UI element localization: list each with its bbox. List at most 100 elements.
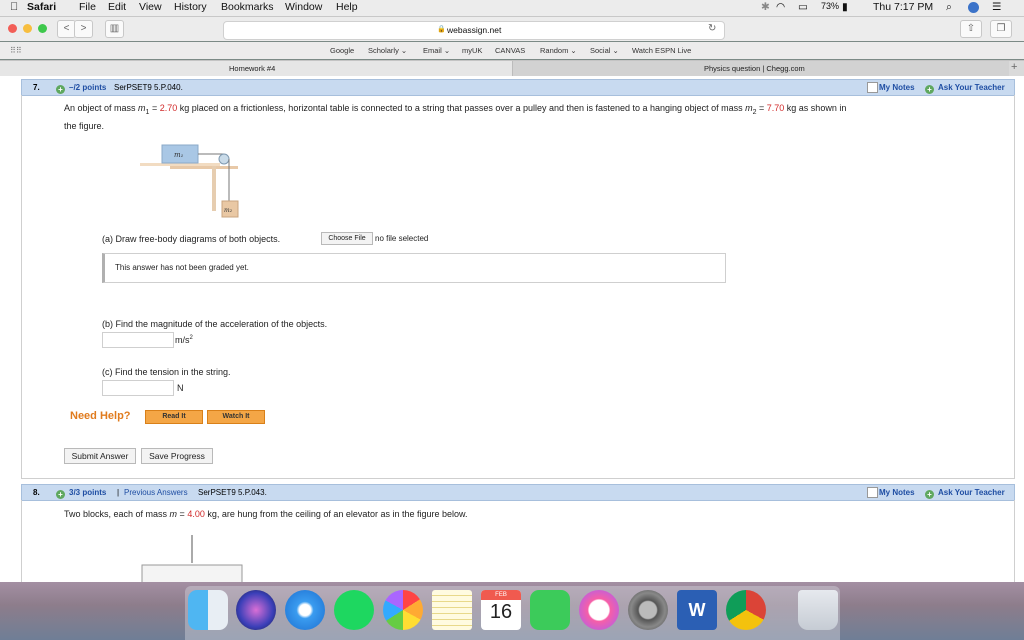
notes-icon[interactable] bbox=[867, 487, 878, 498]
safari-icon[interactable] bbox=[285, 590, 325, 630]
header-separator: | bbox=[117, 488, 120, 497]
new-tab-button[interactable]: + bbox=[1011, 61, 1017, 73]
minimize-window-button[interactable] bbox=[23, 24, 32, 33]
calendar-icon[interactable]: FEB 16 bbox=[481, 590, 521, 630]
table-leg bbox=[212, 166, 216, 211]
part-a-prompt: (a) Draw free-body diagrams of both obje… bbox=[102, 234, 281, 244]
previous-answers-link[interactable]: Previous Answers bbox=[124, 488, 188, 497]
question-7-body: An object of mass m1 = 2.70 kg placed on… bbox=[21, 95, 1015, 479]
statement-part-1: An object of mass bbox=[64, 103, 139, 113]
bookmark-myuk[interactable]: myUK bbox=[462, 46, 482, 55]
m-value: 4.00 bbox=[187, 509, 205, 519]
bookmark-google[interactable]: Google bbox=[330, 46, 354, 55]
forward-chevron-icon[interactable]: > bbox=[74, 20, 93, 38]
my-notes-link[interactable]: My Notes bbox=[879, 488, 915, 497]
bookmark-random[interactable]: Random ⌄ bbox=[540, 46, 577, 55]
finder-icon[interactable] bbox=[188, 590, 228, 630]
photos-icon[interactable] bbox=[383, 590, 423, 630]
pulley-figure: m₁ m₂ bbox=[140, 144, 239, 218]
question-7-header: 7. + –/2 points SerPSET9 5.P.040. My Not… bbox=[21, 79, 1015, 96]
tab-chegg[interactable]: Physics question | Chegg.com bbox=[512, 61, 1009, 76]
url-text: webassign.net bbox=[447, 25, 502, 35]
address-bar[interactable]: 🔒 webassign.net ↻ bbox=[223, 21, 725, 40]
m1-value: 2.70 bbox=[159, 103, 178, 113]
ask-teacher-link[interactable]: Ask Your Teacher bbox=[938, 488, 1005, 497]
siri-icon[interactable] bbox=[236, 590, 276, 630]
bookmark-social[interactable]: Social ⌄ bbox=[590, 46, 619, 55]
my-notes-link[interactable]: My Notes bbox=[879, 83, 915, 92]
m2-symbol: m bbox=[745, 103, 753, 113]
bookmark-canvas[interactable]: CANVAS bbox=[495, 46, 525, 55]
tabs-overview-icon[interactable]: ❐ bbox=[990, 20, 1012, 38]
tab-homework[interactable]: Homework #4 bbox=[0, 61, 512, 76]
acceleration-input[interactable] bbox=[102, 332, 174, 348]
tension-input[interactable] bbox=[102, 380, 174, 396]
pulley bbox=[218, 153, 230, 165]
menu-view[interactable]: View bbox=[139, 1, 162, 13]
reload-icon[interactable]: ↻ bbox=[708, 23, 716, 34]
bookmark-email[interactable]: Email ⌄ bbox=[423, 46, 450, 55]
bookmark-watch-espn[interactable]: Watch ESPN Live bbox=[632, 46, 691, 55]
notes-app-icon[interactable] bbox=[432, 590, 472, 630]
top-sites-grid-icon[interactable]: ⠿⠿ bbox=[10, 46, 22, 55]
equals-1: = bbox=[149, 103, 160, 113]
tab-bar: Homework #4 Physics question | Chegg.com… bbox=[0, 60, 1024, 77]
trash-icon[interactable] bbox=[798, 590, 838, 630]
menu-edit[interactable]: Edit bbox=[108, 1, 126, 13]
question-code: SerPSET9 5.P.040. bbox=[114, 83, 183, 92]
watch-it-button[interactable]: Watch It bbox=[207, 410, 265, 424]
submit-answer-button[interactable]: Submit Answer bbox=[64, 448, 136, 464]
system-preferences-icon[interactable] bbox=[628, 590, 668, 630]
word-icon[interactable]: W bbox=[677, 590, 717, 630]
tab-homework-label: Homework #4 bbox=[229, 64, 276, 73]
apple-menu-icon[interactable]:  bbox=[10, 1, 18, 13]
lock-icon: 🔒 bbox=[437, 26, 446, 33]
notification-center-icon[interactable]: ☰ bbox=[992, 1, 1001, 13]
siri-icon[interactable] bbox=[968, 2, 979, 13]
menu-file[interactable]: File bbox=[79, 1, 96, 13]
equals: = bbox=[177, 509, 188, 519]
chrome-icon[interactable] bbox=[726, 590, 766, 630]
acceleration-unit: m/s2 bbox=[175, 335, 193, 345]
grading-status-box: This answer has not been graded yet. bbox=[102, 253, 726, 283]
bookmark-scholarly[interactable]: Scholarly ⌄ bbox=[368, 46, 407, 55]
menu-window[interactable]: Window bbox=[285, 1, 322, 13]
calendar-month: FEB bbox=[481, 590, 521, 600]
close-window-button[interactable] bbox=[8, 24, 17, 33]
bookmarks-bar: ⠿⠿ Google Scholarly ⌄ Email ⌄ myUK CANVA… bbox=[0, 42, 1024, 59]
question-points: 3/3 points bbox=[69, 488, 107, 497]
spotify-icon[interactable] bbox=[334, 590, 374, 630]
choose-file-button[interactable]: Choose File bbox=[321, 232, 373, 245]
page-content: 7. + –/2 points SerPSET9 5.P.040. My Not… bbox=[0, 76, 1024, 582]
read-it-button[interactable]: Read It bbox=[145, 410, 203, 424]
save-progress-button[interactable]: Save Progress bbox=[141, 448, 213, 464]
menu-bookmarks[interactable]: Bookmarks bbox=[221, 1, 274, 13]
sidebar-icon[interactable]: ▥ bbox=[105, 20, 124, 38]
ask-teacher-link[interactable]: Ask Your Teacher bbox=[938, 83, 1005, 92]
statement-part-3: kg as shown in bbox=[784, 103, 847, 113]
grading-status-text: This answer has not been graded yet. bbox=[115, 263, 249, 272]
block-m2-label: m₂ bbox=[224, 207, 233, 214]
spotlight-icon[interactable]: ⌕ bbox=[946, 1, 952, 14]
tab-chegg-label: Physics question | Chegg.com bbox=[704, 64, 805, 73]
menu-bar:  Safari File Edit View History Bookmark… bbox=[0, 0, 1024, 17]
zoom-window-button[interactable] bbox=[38, 24, 47, 33]
menu-help[interactable]: Help bbox=[336, 1, 358, 13]
share-icon[interactable]: ⇧ bbox=[960, 20, 982, 38]
calendar-day: 16 bbox=[489, 601, 513, 623]
m-symbol: m bbox=[169, 509, 178, 519]
facetime-icon[interactable] bbox=[530, 590, 570, 630]
problem-statement-line-2: the figure. bbox=[64, 121, 105, 131]
elevator-ceiling bbox=[141, 564, 243, 582]
notes-icon[interactable] bbox=[867, 82, 878, 93]
wifi-icon[interactable]: ◠ bbox=[776, 1, 785, 13]
battery-percent: 73% bbox=[821, 1, 840, 11]
part-c-prompt: (c) Find the tension in the string. bbox=[102, 367, 231, 377]
menu-app-name[interactable]: Safari bbox=[27, 1, 56, 13]
itunes-icon[interactable] bbox=[579, 590, 619, 630]
battery-icon[interactable]: ▮ bbox=[842, 1, 848, 13]
clock[interactable]: Thu 7:17 PM bbox=[873, 1, 933, 13]
airplay-icon[interactable]: ▭ bbox=[798, 1, 808, 13]
menu-history[interactable]: History bbox=[174, 1, 207, 13]
bluetooth-icon[interactable]: ✱ bbox=[761, 1, 770, 13]
